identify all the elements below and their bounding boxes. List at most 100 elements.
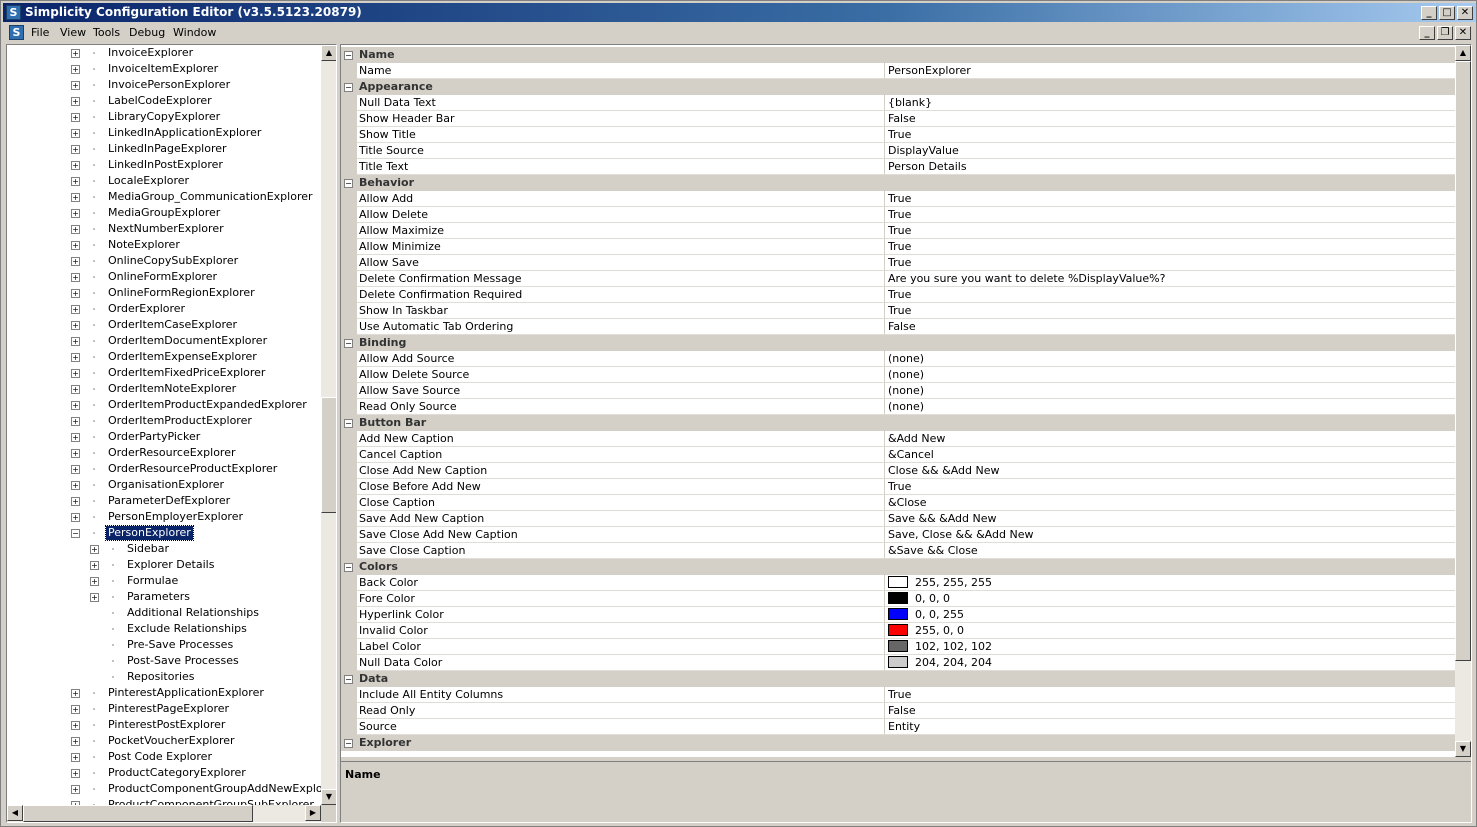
property-name[interactable]: Title Text — [357, 159, 885, 175]
property-value[interactable]: 204, 204, 204 — [885, 655, 1455, 671]
property-row[interactable]: Allow Save True — [341, 255, 1455, 271]
tree-item[interactable]: + LinkedInPageExplorer — [7, 141, 321, 157]
property-row[interactable]: Title Text Person Details — [341, 159, 1455, 175]
property-name[interactable]: Name — [357, 63, 885, 79]
property-value[interactable]: True — [885, 303, 1455, 319]
property-row[interactable]: Back Color 255, 255, 255 — [341, 575, 1455, 591]
tree-item[interactable]: + PocketVoucherExplorer — [7, 733, 321, 749]
property-value[interactable]: {blank} — [885, 95, 1455, 111]
property-name[interactable]: Fore Color — [357, 591, 885, 607]
property-value[interactable]: 102, 102, 102 — [885, 639, 1455, 655]
expand-icon[interactable]: + — [90, 561, 99, 570]
menu-window[interactable]: Window — [173, 26, 216, 39]
property-name[interactable]: Close Add New Caption — [357, 463, 885, 479]
tree-item[interactable]: + OrderItemCaseExplorer — [7, 317, 321, 333]
expand-icon[interactable]: + — [71, 513, 80, 522]
property-row[interactable]: Invalid Color 255, 0, 0 — [341, 623, 1455, 639]
property-name[interactable]: Close Caption — [357, 495, 885, 511]
mdi-close-button[interactable]: ✕ — [1455, 26, 1471, 40]
property-value[interactable]: (none) — [885, 399, 1455, 415]
scroll-right-icon[interactable]: ▶ — [305, 805, 321, 821]
property-value[interactable]: True — [885, 207, 1455, 223]
property-row[interactable]: Name PersonExplorer — [341, 63, 1455, 79]
property-value[interactable]: 0, 0, 255 — [885, 607, 1455, 623]
expand-icon[interactable]: + — [71, 417, 80, 426]
collapse-icon[interactable]: − — [344, 83, 353, 92]
menu-debug[interactable]: Debug — [129, 26, 165, 39]
expand-icon[interactable]: + — [71, 433, 80, 442]
expand-icon[interactable]: + — [71, 369, 80, 378]
collapse-icon[interactable]: − — [344, 563, 353, 572]
property-value[interactable]: False — [885, 319, 1455, 335]
property-value[interactable]: 0, 0, 0 — [885, 591, 1455, 607]
property-row[interactable]: Cancel Caption &Cancel — [341, 447, 1455, 463]
expand-icon[interactable]: + — [71, 737, 80, 746]
tree-item[interactable]: Repositories — [7, 669, 321, 685]
property-name[interactable]: Include All Entity Columns — [357, 687, 885, 703]
property-row[interactable]: Save Close Caption &Save && Close — [341, 543, 1455, 559]
tree-item[interactable]: + PinterestApplicationExplorer — [7, 685, 321, 701]
title-bar[interactable]: S Simplicity Configuration Editor (v3.5.… — [3, 3, 1476, 22]
expand-icon[interactable]: + — [71, 81, 80, 90]
tree-item[interactable]: + PinterestPostExplorer — [7, 717, 321, 733]
property-category[interactable]: − Data — [341, 671, 1455, 687]
property-name[interactable]: Delete Confirmation Message — [357, 271, 885, 287]
expand-icon[interactable]: + — [71, 481, 80, 490]
property-row[interactable]: Show In Taskbar True — [341, 303, 1455, 319]
expand-icon[interactable]: + — [71, 497, 80, 506]
property-name[interactable]: Cancel Caption — [357, 447, 885, 463]
tree-item[interactable]: + OrderResourceExplorer — [7, 445, 321, 461]
property-value[interactable]: (none) — [885, 383, 1455, 399]
property-row[interactable]: Show Header Bar False — [341, 111, 1455, 127]
property-name[interactable]: Allow Save Source — [357, 383, 885, 399]
property-value[interactable]: Save, Close && &Add New — [885, 527, 1455, 543]
property-row[interactable]: Allow Delete Source (none) — [341, 367, 1455, 383]
property-value[interactable]: Person Details — [885, 159, 1455, 175]
tree-item[interactable]: + OrderItemProductExpandedExplorer — [7, 397, 321, 413]
property-row[interactable]: Show Title True — [341, 127, 1455, 143]
grid-scroll-up-icon[interactable]: ▲ — [1455, 45, 1471, 61]
tree-item[interactable]: + LinkedInPostExplorer — [7, 157, 321, 173]
tree-item[interactable]: + InvoiceExplorer — [7, 45, 321, 61]
menu-view[interactable]: View — [60, 26, 86, 39]
tree-item[interactable]: + OnlineFormRegionExplorer — [7, 285, 321, 301]
property-row[interactable]: Save Close Add New Caption Save, Close &&… — [341, 527, 1455, 543]
property-row[interactable]: Allow Maximize True — [341, 223, 1455, 239]
tree-item[interactable]: + PersonEmployerExplorer — [7, 509, 321, 525]
property-value[interactable]: &Save && Close — [885, 543, 1455, 559]
property-name[interactable]: Show Header Bar — [357, 111, 885, 127]
property-row[interactable]: Close Caption &Close — [341, 495, 1455, 511]
tree-item[interactable]: + InvoiceItemExplorer — [7, 61, 321, 77]
property-name[interactable]: Save Close Caption — [357, 543, 885, 559]
expand-icon[interactable]: + — [71, 257, 80, 266]
property-value[interactable]: PersonExplorer — [885, 63, 1455, 79]
grid-vertical-scrollbar[interactable]: ▲ ▼ — [1455, 45, 1471, 757]
tree-item[interactable]: +ProductComponentGroupSubExplorer — [7, 797, 321, 805]
tree-item[interactable]: + OrderItemDocumentExplorer — [7, 333, 321, 349]
property-value[interactable]: 255, 0, 0 — [885, 623, 1455, 639]
expand-icon[interactable]: + — [71, 193, 80, 202]
expand-icon[interactable]: + — [71, 225, 80, 234]
property-name[interactable]: Save Add New Caption — [357, 511, 885, 527]
property-row[interactable]: Read Only False — [341, 703, 1455, 719]
property-name[interactable]: Source — [357, 719, 885, 735]
property-name[interactable]: Add New Caption — [357, 431, 885, 447]
expand-icon[interactable]: + — [90, 577, 99, 586]
expand-icon[interactable]: + — [71, 449, 80, 458]
property-row[interactable]: Label Color 102, 102, 102 — [341, 639, 1455, 655]
expand-icon[interactable]: + — [71, 145, 80, 154]
property-name[interactable]: Back Color — [357, 575, 885, 591]
tree-item[interactable]: Exclude Relationships — [7, 621, 321, 637]
property-row[interactable]: Null Data Text {blank} — [341, 95, 1455, 111]
menu-tools[interactable]: Tools — [93, 26, 120, 39]
grid-scroll-down-icon[interactable]: ▼ — [1455, 741, 1471, 757]
property-value[interactable]: (none) — [885, 351, 1455, 367]
expand-icon[interactable]: + — [71, 385, 80, 394]
property-row[interactable]: Delete Confirmation Required True — [341, 287, 1455, 303]
document-icon[interactable]: S — [9, 25, 24, 40]
expand-icon[interactable]: + — [71, 769, 80, 778]
property-name[interactable]: Show In Taskbar — [357, 303, 885, 319]
tree-item[interactable]: Post-Save Processes — [7, 653, 321, 669]
property-value[interactable]: True — [885, 287, 1455, 303]
collapse-icon[interactable]: − — [344, 339, 353, 348]
